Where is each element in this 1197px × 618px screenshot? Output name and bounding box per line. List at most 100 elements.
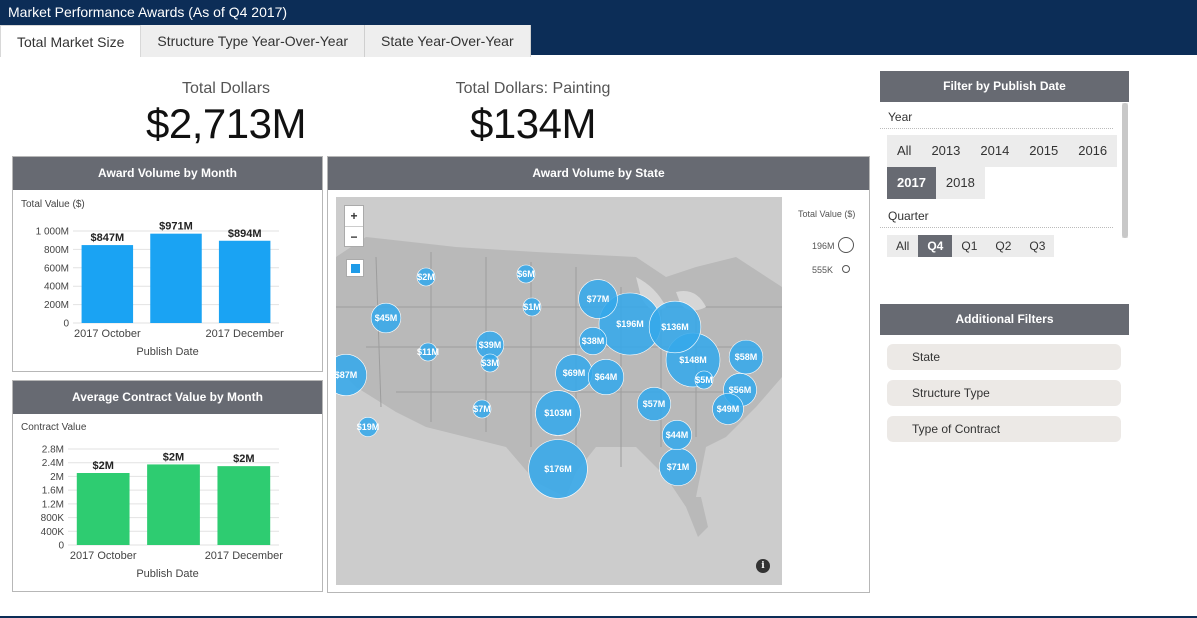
quarter-chip-q3[interactable]: Q3: [1020, 235, 1055, 257]
map-panel: Award Volume by State $196M $176M $148M $13…: [327, 156, 870, 593]
legend-min-circle: [842, 265, 850, 273]
avg-contract-y-tick: 800K: [41, 513, 65, 524]
state-bubble-label: $7M: [473, 404, 491, 414]
tab-state-yoy[interactable]: State Year-Over-Year: [365, 25, 531, 57]
quarter-chip-all[interactable]: All: [887, 235, 919, 257]
legend-max-circle: [838, 237, 854, 253]
state-bubble-label: $69M: [563, 368, 586, 378]
zoom-out-button[interactable]: −: [345, 226, 363, 246]
state-bubble-label: $176M: [544, 464, 572, 474]
filter-structure-type[interactable]: Structure Type: [887, 380, 1121, 406]
filter-scrollbar-thumb[interactable]: [1122, 103, 1128, 238]
year-chip-2016[interactable]: 2016: [1068, 135, 1118, 167]
avg-contract-ylabel: Contract Value: [21, 422, 87, 433]
layer-toggle-button[interactable]: [346, 259, 364, 277]
year-chip-2015[interactable]: 2015: [1019, 135, 1069, 167]
top-bar: Market Performance Awards (As of Q4 2017…: [0, 0, 1197, 57]
avg-contract-bar[interactable]: [76, 473, 130, 545]
award-volume-y-tick: 400M: [44, 282, 69, 293]
kpi-painting-label: Total Dollars: Painting: [455, 80, 611, 97]
year-label: Year: [880, 102, 1113, 129]
award-volume-y-tick: 600M: [44, 263, 69, 274]
state-bubble-label: $87M: [336, 370, 357, 380]
publish-date-filter: Filter by Publish Date Year All 2013 201…: [880, 71, 1129, 257]
award-volume-panel: Award Volume by Month Total Value ($) 02…: [12, 156, 323, 372]
state-bubble-label: $77M: [587, 294, 610, 304]
state-map[interactable]: $196M $176M $148M $136M $103M $87M $77M $71M $69…: [336, 197, 782, 585]
state-bubble-label: $39M: [479, 340, 502, 350]
avg-contract-data-label: $2M: [233, 453, 254, 465]
map-title: Award Volume by State: [328, 157, 869, 190]
publish-date-filter-title: Filter by Publish Date: [880, 71, 1129, 102]
avg-contract-data-label: $2M: [163, 451, 184, 463]
avg-contract-data-label: $2M: [92, 460, 113, 472]
tab-total-market-size[interactable]: Total Market Size: [0, 25, 142, 57]
year-chip-2013[interactable]: 2013: [921, 135, 971, 167]
avg-contract-y-tick: 2M: [50, 472, 64, 483]
state-bubble-label: $45M: [375, 313, 398, 323]
filter-scrollbar[interactable]: [1122, 103, 1128, 238]
state-bubble-label: $11M: [417, 347, 439, 357]
state-bubble-label: $103M: [544, 408, 572, 418]
map-legend-title: Total Value ($): [798, 209, 856, 219]
state-bubble-label: $136M: [661, 322, 689, 332]
award-volume-x-tick: 2017 October: [74, 328, 141, 340]
year-chips-row-2: 2017 2018: [887, 167, 1129, 199]
state-bubble-label: $3M: [481, 358, 499, 368]
zoom-control: + −: [344, 205, 364, 247]
kpi-painting-value: $134M: [470, 100, 596, 147]
state-bubble-label: $5M: [695, 375, 713, 385]
info-icon[interactable]: i: [756, 559, 770, 573]
legend-max-label: 196M: [812, 241, 835, 251]
award-volume-bar[interactable]: [81, 245, 134, 323]
state-bubble-label: $148M: [679, 355, 707, 365]
quarter-chips-row: All Q4 Q1 Q2 Q3: [887, 235, 1129, 257]
additional-filters-title: Additional Filters: [880, 304, 1129, 335]
zoom-in-button[interactable]: +: [345, 206, 363, 226]
award-volume-ylabel: Total Value ($): [21, 199, 85, 210]
avg-contract-y-tick: 1.6M: [42, 486, 64, 497]
avg-contract-bar[interactable]: [217, 466, 271, 545]
award-volume-data-label: $847M: [91, 232, 125, 244]
award-volume-bar[interactable]: [150, 233, 202, 323]
year-chip-2017[interactable]: 2017: [887, 167, 936, 199]
avg-contract-y-tick: 1.2M: [42, 499, 64, 510]
award-volume-xlabel: Publish Date: [136, 346, 199, 358]
quarter-label: Quarter: [880, 199, 1113, 228]
avg-contract-bar[interactable]: [147, 464, 200, 545]
state-bubble-label: $58M: [735, 352, 758, 362]
avg-contract-panel: Average Contract Value by Month Contract…: [12, 380, 323, 592]
avg-contract-y-tick: 400K: [41, 527, 65, 538]
state-bubble-label: $6M: [517, 269, 535, 279]
avg-contract-x-tick: 2017 December: [205, 550, 284, 562]
tab-bar: Total Market Size Structure Type Year-Ov…: [0, 25, 531, 57]
award-volume-bar[interactable]: [218, 240, 271, 323]
kpi-total-dollars-value: $2,713M: [146, 100, 306, 147]
filter-type-of-contract[interactable]: Type of Contract: [887, 416, 1121, 442]
state-bubble-label: $2M: [417, 272, 435, 282]
quarter-chip-q4[interactable]: Q4: [918, 235, 953, 257]
filter-state[interactable]: State: [887, 344, 1121, 370]
award-volume-chart: 0 200M 400M 600M 800M 1 000M $847M 2017 October…: [36, 221, 284, 340]
year-chip-all[interactable]: All: [887, 135, 922, 167]
state-bubble-label: $71M: [667, 462, 690, 472]
tab-structure-type-yoy[interactable]: Structure Type Year-Over-Year: [141, 25, 366, 57]
year-chips-row-1: All 2013 2014 2015 2016: [887, 135, 1129, 167]
state-bubble-label: $56M: [729, 385, 752, 395]
state-bubble-label: $57M: [643, 399, 666, 409]
app-title: Market Performance Awards (As of Q4 2017…: [8, 4, 288, 20]
quarter-chip-q2[interactable]: Q2: [986, 235, 1021, 257]
award-volume-data-label: $971M: [159, 221, 193, 233]
state-bubble-label: $64M: [595, 372, 618, 382]
year-chip-2014[interactable]: 2014: [970, 135, 1020, 167]
state-bubble-label: $44M: [666, 430, 689, 440]
avg-contract-x-tick: 2017 October: [70, 550, 137, 562]
award-volume-data-label: $894M: [228, 228, 262, 240]
award-volume-y-tick: 1 000M: [36, 227, 69, 238]
kpi-total-dollars: Total Dollars $2,713M: [126, 80, 326, 148]
award-volume-y-tick: 200M: [44, 300, 69, 311]
award-volume-y-tick: 0: [63, 319, 69, 330]
year-chip-2018[interactable]: 2018: [935, 167, 985, 199]
quarter-chip-q1[interactable]: Q1: [952, 235, 987, 257]
map-canvas: $196M $176M $148M $136M $103M $87M $77M $71M $69…: [336, 197, 782, 585]
